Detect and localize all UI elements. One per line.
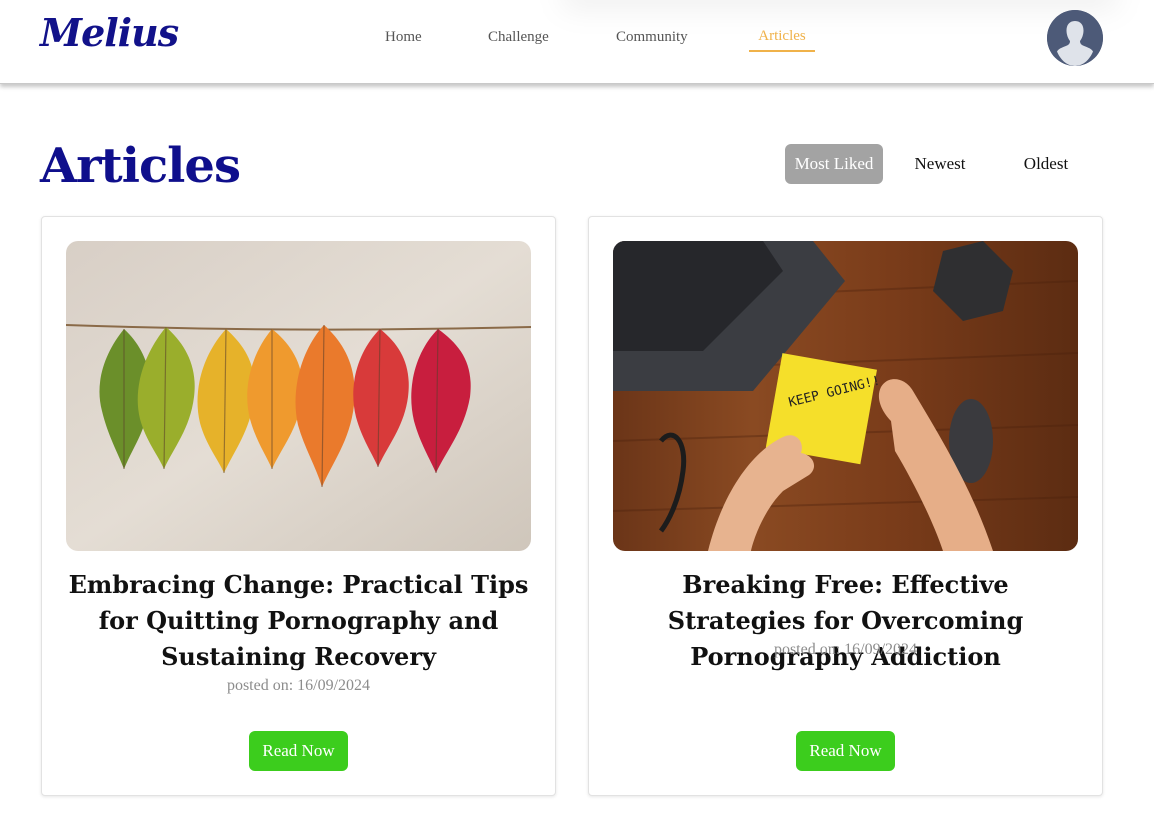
article-image-leaves[interactable] bbox=[66, 241, 531, 551]
sort-oldest-button[interactable]: Oldest bbox=[1004, 144, 1088, 184]
nav-challenge[interactable]: Challenge bbox=[488, 29, 549, 46]
article-card: Embracing Change: Practical Tips for Qui… bbox=[41, 216, 556, 796]
autumn-leaves-illustration bbox=[66, 241, 531, 551]
nav-articles[interactable]: Articles bbox=[749, 28, 815, 52]
read-now-button[interactable]: Read Now bbox=[249, 731, 348, 771]
keep-going-desk-illustration: KEEP GOING!! bbox=[613, 241, 1078, 551]
nav-community[interactable]: Community bbox=[616, 29, 688, 46]
sort-newest-button[interactable]: Newest bbox=[898, 144, 982, 184]
top-navbar: Melius Home Challenge Community Articles bbox=[0, 0, 1154, 84]
sort-most-liked-button[interactable]: Most Liked bbox=[785, 144, 883, 184]
article-card: KEEP GOING!! Breaking Free: Effective St… bbox=[588, 216, 1103, 796]
header-shadow-decoration bbox=[560, 0, 1120, 10]
read-now-button[interactable]: Read Now bbox=[796, 731, 895, 771]
nav-home[interactable]: Home bbox=[385, 29, 422, 46]
user-avatar[interactable] bbox=[1047, 10, 1103, 66]
logo[interactable]: Melius bbox=[40, 10, 179, 55]
article-image-keep-going[interactable]: KEEP GOING!! bbox=[613, 241, 1078, 551]
page-title: Articles bbox=[40, 138, 241, 194]
article-title[interactable]: Embracing Change: Practical Tips for Qui… bbox=[66, 567, 531, 675]
article-date: posted on: 16/09/2024 bbox=[773, 641, 918, 658]
article-date: posted on: 16/09/2024 bbox=[226, 677, 371, 694]
user-silhouette-icon bbox=[1047, 10, 1103, 66]
